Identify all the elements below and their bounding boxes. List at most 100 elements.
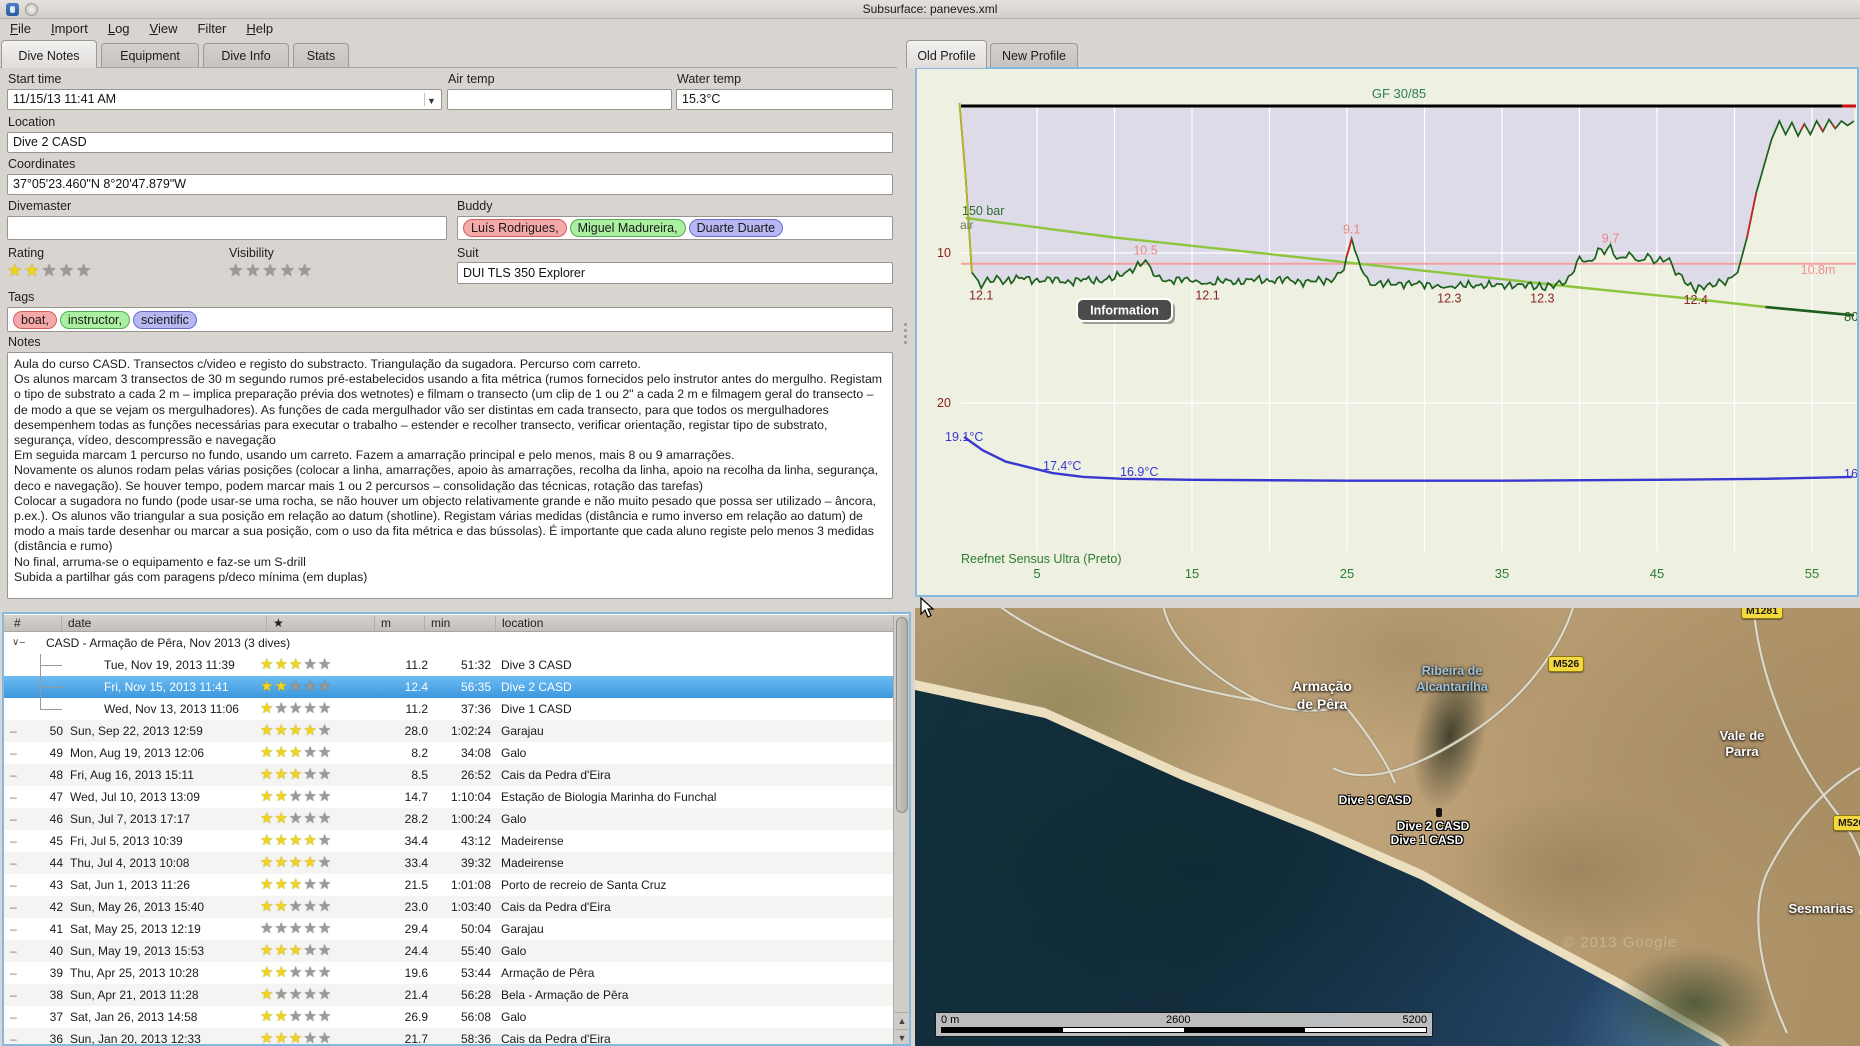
star: ★ [260,986,275,1003]
star: ★ [303,876,318,893]
dive-row[interactable]: –45 Fri, Jul 5, 2013 10:39 ★★★★★ 34.4 43:12 M… [4,830,909,852]
dive-row[interactable]: –43 Sat, Jun 1, 2013 11:26 ★★★★★ 21.5 1:01:0… [4,874,909,896]
rating-star: ★ [41,261,59,280]
column-header-date[interactable]: date [61,616,91,631]
suit-input[interactable]: DUI TLS 350 Explorer [457,262,893,284]
notes-textarea[interactable]: Aula do curso CASD. Transectos c/video e… [7,352,893,599]
dive-row[interactable]: –40 Sun, May 19, 2013 15:53 ★★★★★ 24.4 55:40… [4,940,909,962]
tab-old-profile[interactable]: Old Profile [906,40,987,68]
location-input[interactable]: Dive 2 CASD [7,132,893,153]
tab-dive-notes[interactable]: Dive Notes [1,40,97,68]
dive-date: Fri, Nov 15, 2013 11:41 [104,680,229,694]
dive-date: Sat, Jun 1, 2013 11:26 [70,878,190,892]
star: ★ [303,898,318,915]
dive-row[interactable]: –49 Mon, Aug 19, 2013 12:06 ★★★★★ 8.2 34:08 G… [4,742,909,764]
dive-row[interactable]: –36 Sun, Jan 20, 2013 12:33 ★★★★★ 21.7 58:36… [4,1028,909,1044]
column-header-num[interactable]: # [8,616,21,631]
star: ★ [317,986,333,1003]
divemaster-label: Divemaster [8,199,72,213]
rating-star: ★ [76,261,94,280]
dive-row[interactable]: –39 Thu, Apr 25, 2013 10:28 ★★★★★ 19.6 53:44… [4,962,909,984]
column-header-rating[interactable]: ★ [266,616,284,631]
tab-stats[interactable]: Stats [293,43,349,68]
dive-list-scrollbar[interactable]: ▲ ▼ [893,615,909,1044]
dive-location-map[interactable]: Armação de Pêra Ribeira de Alcantarilha Vale… [915,608,1860,1046]
subsurface-window: Subsurface: paneves.xml File Import Log Vie… [0,0,1860,1046]
tab-equipment[interactable]: Equipment [101,43,199,68]
dive-row[interactable]: –46 Sun, Jul 7, 2013 17:17 ★★★★★ 28.2 1:00:2… [4,808,909,830]
dive-number: 47 [49,790,63,804]
menu-file[interactable]: File [0,19,41,40]
dive-location: Galo [501,944,527,958]
menu-help[interactable]: Help [236,19,283,40]
temperature-annotation: 19.1°C [945,430,983,444]
divemaster-input[interactable] [7,216,447,240]
water-temp-input[interactable]: 15.3°C [676,89,893,110]
column-header-duration[interactable]: min [424,616,450,631]
start-time-combobox[interactable]: 11/15/13 11:41 AM ▼ [7,89,442,110]
trip-label: CASD - Armação de Pêra, Nov 2013 (3 dive… [46,636,291,650]
map-scale-bar: 0 m 2600 5200 [935,1012,1433,1037]
tab-new-profile[interactable]: New Profile [990,43,1078,68]
chevron-down-icon[interactable]: ▼ [424,93,438,106]
menu-filter[interactable]: Filter [187,19,236,40]
star: ★ [260,788,275,805]
tab-dive-info[interactable]: Dive Info [203,43,289,68]
dive-row[interactable]: Wed, Nov 13, 2013 11:06 ★★★★★ 11.2 37:36 Div… [4,698,909,720]
star: ★ [317,810,333,827]
dive-row[interactable]: Fri, Nov 15, 2013 11:41 ★★★★★ 12.4 56:35 Div… [4,676,909,698]
menu-view[interactable]: View [140,19,188,40]
dive-row[interactable]: –41 Sat, May 25, 2013 12:19 ★★★★★ 29.4 50:04… [4,918,909,940]
scrollbar-thumb[interactable] [896,617,908,813]
rating-label: Rating [8,246,45,260]
tags-label: Tags [8,290,35,304]
dive-location: Galo [501,812,527,826]
column-header-location[interactable]: location [495,616,543,631]
star: ★ [303,656,318,673]
dive-list-header: # date ★ m min location [4,615,909,632]
star: ★ [288,898,304,915]
buddy-input[interactable]: Luís Rodrigues, Miguel Madureira, Duarte D… [457,216,893,240]
star: ★ [260,678,275,695]
dive-row[interactable]: –47 Wed, Jul 10, 2013 13:09 ★★★★★ 14.7 1:10:… [4,786,909,808]
dive-duration: 1:03:40 [450,900,491,914]
dive-location: Madeirense [501,834,564,848]
trip-expander-icon[interactable]: ∨– [12,632,25,654]
dive-row[interactable]: –48 Fri, Aug 16, 2013 15:11 ★★★★★ 8.5 26:52 C… [4,764,909,786]
dive-row[interactable]: –37 Sat, Jan 26, 2013 14:58 ★★★★★ 26.9 56:08… [4,1006,909,1028]
star: ★ [317,832,333,849]
dive-row[interactable]: –42 Sun, May 26, 2013 15:40 ★★★★★ 23.0 1:03:… [4,896,909,918]
temperature-annotation: 17.4°C [1043,459,1081,473]
star: ★ [274,810,289,827]
water-temp-label: Water temp [677,72,742,86]
menu-import[interactable]: Import [41,19,98,40]
dive-profile-chart[interactable]: 10.8m GF 30/85 150 bar air 80 10 20 5 15 25 35 45 55… [915,67,1859,597]
dive-rating-stars: ★★★★★ [260,786,332,808]
rating-star: ★ [7,261,25,280]
dive-site-label: Dive 1 CASD [1390,833,1464,847]
horizontal-splitter[interactable] [915,597,1860,614]
dive-duration: 50:04 [460,922,491,936]
star: ★ [260,744,275,761]
star: ★ [317,700,333,717]
rating-stars[interactable]: ★★★★★ [7,262,93,280]
scroll-down-arrow-icon[interactable]: ▼ [894,1029,909,1044]
dive-row[interactable]: –50 Sun, Sep 22, 2013 12:59 ★★★★★ 28.0 1:02:… [4,720,909,742]
dive-location: Dive 1 CASD [501,702,572,716]
title-bar[interactable]: Subsurface: paneves.xml [0,0,1860,19]
dive-row[interactable]: –44 Thu, Jul 4, 2013 10:08 ★★★★★ 33.4 39:32 M… [4,852,909,874]
column-header-depth[interactable]: m [374,616,391,631]
air-temp-input[interactable] [447,89,672,110]
dive-duration: 56:35 [460,680,491,694]
star: ★ [274,744,289,761]
visibility-stars[interactable]: ★★★★★ [228,262,314,280]
menu-log[interactable]: Log [98,19,140,40]
dive-trip-row[interactable]: ∨– CASD - Armação de Pêra, Nov 2013 (3 di… [4,632,909,654]
scroll-up-arrow-icon[interactable]: ▲ [894,1012,909,1028]
dive-row[interactable]: Tue, Nov 19, 2013 11:39 ★★★★★ 11.2 51:32 Div… [4,654,909,676]
tags-input[interactable]: boat, instructor, scientific [7,307,893,332]
star: ★ [317,766,333,783]
visibility-star: ★ [245,261,263,280]
dive-row[interactable]: –38 Sun, Apr 21, 2013 11:28 ★★★★★ 21.4 56:28… [4,984,909,1006]
coordinates-input[interactable]: 37°05'23.460"N 8°20'47.879"W [7,174,893,195]
